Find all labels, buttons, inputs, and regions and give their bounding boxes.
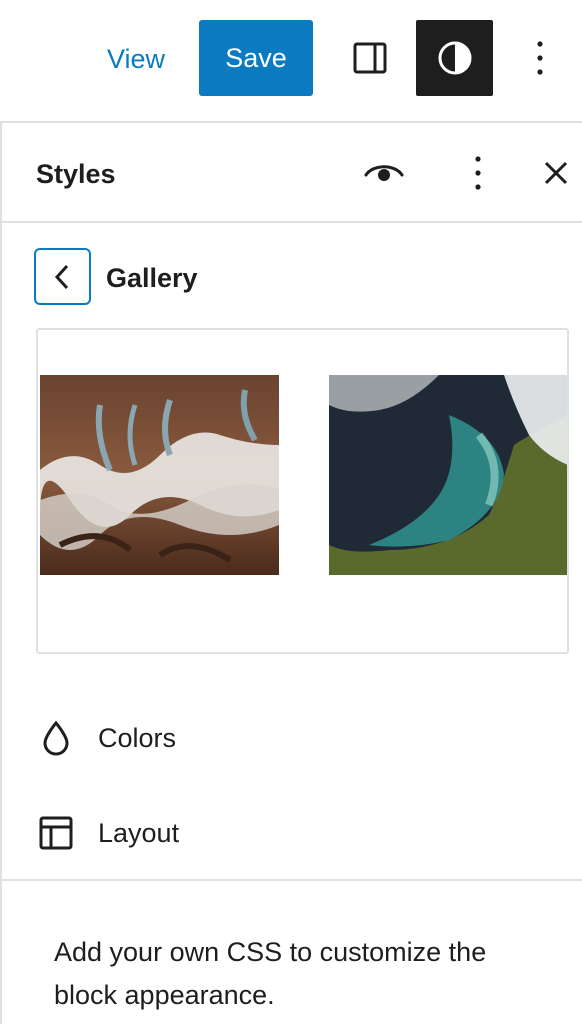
back-button[interactable] bbox=[34, 248, 91, 305]
settings-sidebar-toggle[interactable] bbox=[340, 20, 400, 96]
half-circle-icon bbox=[438, 41, 471, 75]
eye-icon bbox=[364, 165, 404, 181]
panel-header: Styles bbox=[2, 123, 582, 223]
colors-menu-item[interactable]: Colors bbox=[2, 706, 582, 770]
vertical-ellipsis-icon bbox=[475, 156, 481, 190]
close-icon bbox=[544, 161, 568, 185]
droplet-icon bbox=[36, 718, 76, 758]
section-title: Gallery bbox=[106, 263, 198, 293]
layout-icon bbox=[36, 813, 76, 853]
gallery-image-mountains bbox=[40, 375, 279, 575]
panel-options-button[interactable] bbox=[458, 149, 498, 197]
sidebar-icon bbox=[353, 42, 387, 74]
styles-panel: Styles Gallery Colors Layout Add your ow… bbox=[0, 121, 582, 1024]
view-link[interactable]: View bbox=[107, 40, 165, 78]
gallery-image-coastline bbox=[329, 375, 567, 575]
custom-css-description: Add your own CSS to customize the block … bbox=[54, 937, 487, 1010]
vertical-ellipsis-icon bbox=[537, 41, 543, 75]
options-menu-button[interactable] bbox=[520, 20, 560, 96]
section-divider bbox=[2, 879, 582, 881]
save-button[interactable]: Save bbox=[199, 20, 313, 96]
colors-label: Colors bbox=[98, 723, 177, 753]
layout-menu-item[interactable]: Layout bbox=[2, 801, 582, 865]
editor-top-toolbar: View Save bbox=[0, 0, 582, 121]
style-book-button[interactable] bbox=[360, 149, 408, 197]
layout-label: Layout bbox=[98, 818, 180, 848]
close-panel-button[interactable] bbox=[532, 149, 580, 197]
gallery-preview bbox=[36, 328, 569, 654]
panel-title: Styles bbox=[36, 159, 116, 189]
chevron-left-icon bbox=[54, 264, 68, 289]
styles-toggle-button[interactable] bbox=[416, 20, 493, 96]
